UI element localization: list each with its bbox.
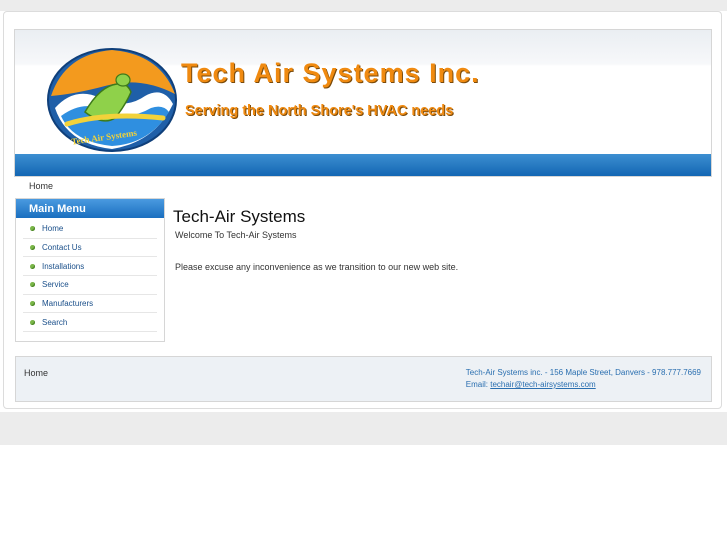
menu-item-label[interactable]: Manufacturers	[42, 299, 93, 308]
bullet-icon	[30, 226, 35, 232]
menu-item-label[interactable]: Installations	[42, 262, 84, 271]
page-title: Tech-Air Systems	[173, 207, 306, 226]
email-label: Email:	[465, 380, 488, 389]
notice-text: Please excuse any inconvenience as we tr…	[175, 262, 459, 272]
site-header: Tech Air Systems Tech Air Systems Inc. S…	[14, 29, 712, 177]
bottom-strip	[0, 412, 727, 445]
menu-item-installations[interactable]: Installations	[23, 257, 157, 277]
breadcrumb[interactable]: Home	[29, 181, 53, 191]
bullet-icon	[30, 301, 35, 307]
site-footer: Home Tech-Air Systems inc. - 156 Maple S…	[15, 356, 712, 402]
menu-item-home[interactable]: Home	[23, 220, 157, 239]
site-title: Tech Air Systems Inc.	[181, 58, 480, 88]
footer-contact-info: Tech-Air Systems inc. - 156 Maple Street…	[466, 367, 701, 391]
bullet-icon	[30, 282, 35, 288]
bullet-icon	[30, 263, 35, 269]
welcome-text: Welcome To Tech-Air Systems	[175, 230, 297, 240]
footer-email-line: Email: techair@tech-airsystems.com	[466, 379, 701, 391]
menu-item-label[interactable]: Search	[42, 318, 67, 327]
bullet-icon	[30, 245, 35, 251]
top-strip	[0, 0, 727, 11]
menu-item-label[interactable]: Service	[42, 280, 69, 289]
surfer-logo-icon[interactable]: Tech Air Systems	[45, 46, 180, 154]
main-menu-module: Main Menu Home Contact Us Installations …	[15, 198, 165, 342]
site-tagline: Serving the North Shore's HVAC needs	[185, 103, 454, 119]
menu-item-label[interactable]: Home	[42, 224, 63, 233]
menu-item-manufacturers[interactable]: Manufacturers	[23, 295, 157, 314]
main-menu-list: Home Contact Us Installations Service Ma…	[16, 220, 164, 333]
header-nav-bar	[15, 154, 711, 176]
menu-item-contact-us[interactable]: Contact Us	[23, 239, 157, 258]
bullet-icon	[30, 319, 35, 325]
footer-address: Tech-Air Systems inc. - 156 Maple Street…	[465, 368, 701, 377]
email-link[interactable]: techair@tech-airsystems.com	[490, 380, 595, 389]
menu-item-service[interactable]: Service	[23, 276, 157, 295]
footer-home-link[interactable]: Home	[24, 368, 48, 378]
main-menu-heading: Main Menu	[16, 199, 164, 218]
menu-item-label[interactable]: Contact Us	[42, 243, 82, 252]
menu-item-search[interactable]: Search	[23, 313, 157, 333]
